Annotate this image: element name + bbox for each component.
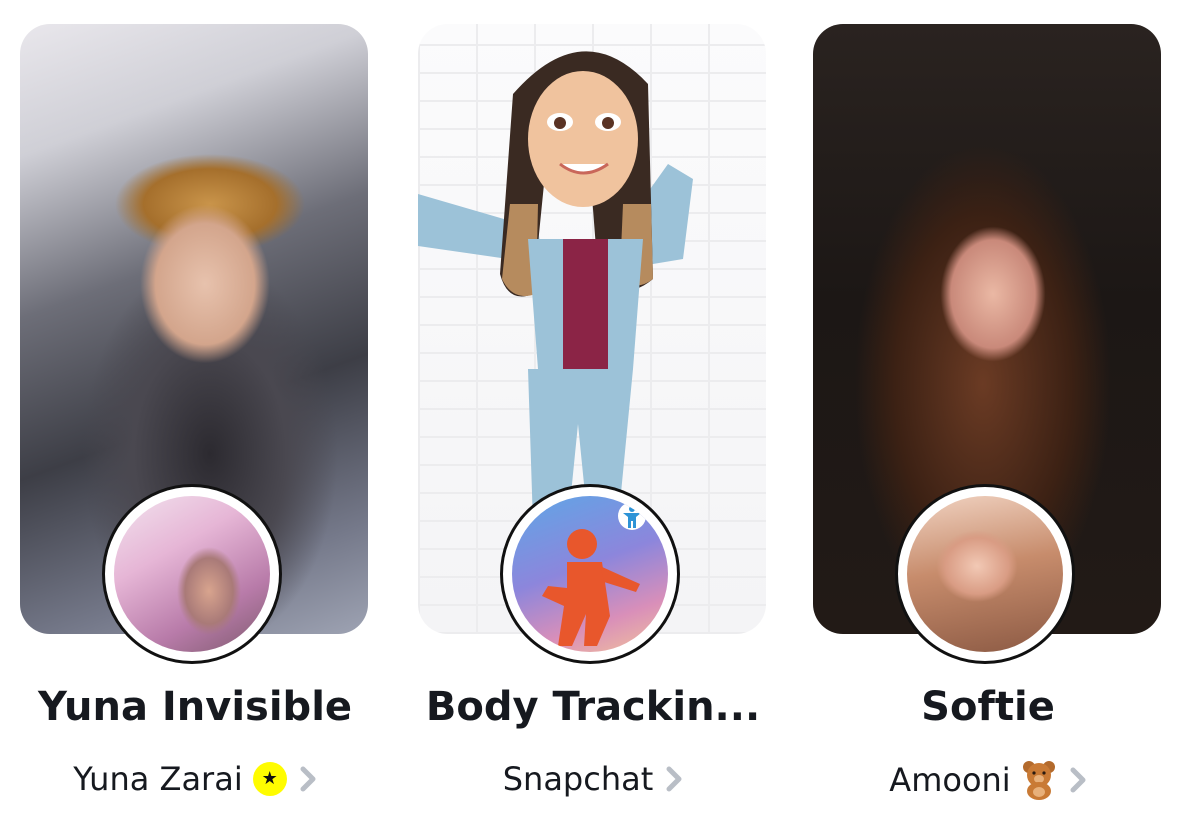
lens-title[interactable]: Body Trackin... bbox=[398, 684, 788, 730]
creator-name: Snapchat bbox=[502, 760, 654, 798]
lens-card-yuna-invisible[interactable]: Yuna Invisible Yuna Zarai ★ bbox=[20, 0, 370, 831]
creator-name: Amooni bbox=[889, 761, 1011, 799]
lens-icon-image bbox=[114, 496, 270, 652]
lens-card-body-tracking[interactable]: Body Trackin... Snapchat bbox=[418, 0, 768, 831]
creator-name: Yuna Zarai bbox=[73, 760, 243, 798]
chevron-right-icon bbox=[666, 766, 682, 792]
lens-card-softie[interactable]: Softie Amooni bbox=[813, 0, 1163, 831]
dancer-silhouette-icon bbox=[542, 502, 646, 646]
creator-link[interactable]: Yuna Zarai ★ bbox=[0, 760, 390, 798]
lens-icon[interactable] bbox=[102, 484, 282, 664]
creator-link[interactable]: Amooni bbox=[793, 760, 1183, 800]
creator-link[interactable]: Snapchat bbox=[398, 760, 788, 798]
lens-icon-image bbox=[907, 496, 1063, 652]
lens-title[interactable]: Softie bbox=[793, 684, 1183, 730]
lens-icon[interactable] bbox=[500, 484, 680, 664]
chevron-right-icon bbox=[300, 766, 316, 792]
lens-title[interactable]: Yuna Invisible bbox=[0, 684, 390, 730]
star-icon: ★ bbox=[252, 762, 287, 796]
chevron-right-icon bbox=[1070, 767, 1086, 793]
teddy-bear-icon bbox=[1022, 761, 1055, 800]
lens-icon-image bbox=[512, 496, 668, 652]
lens-icon[interactable] bbox=[895, 484, 1075, 664]
